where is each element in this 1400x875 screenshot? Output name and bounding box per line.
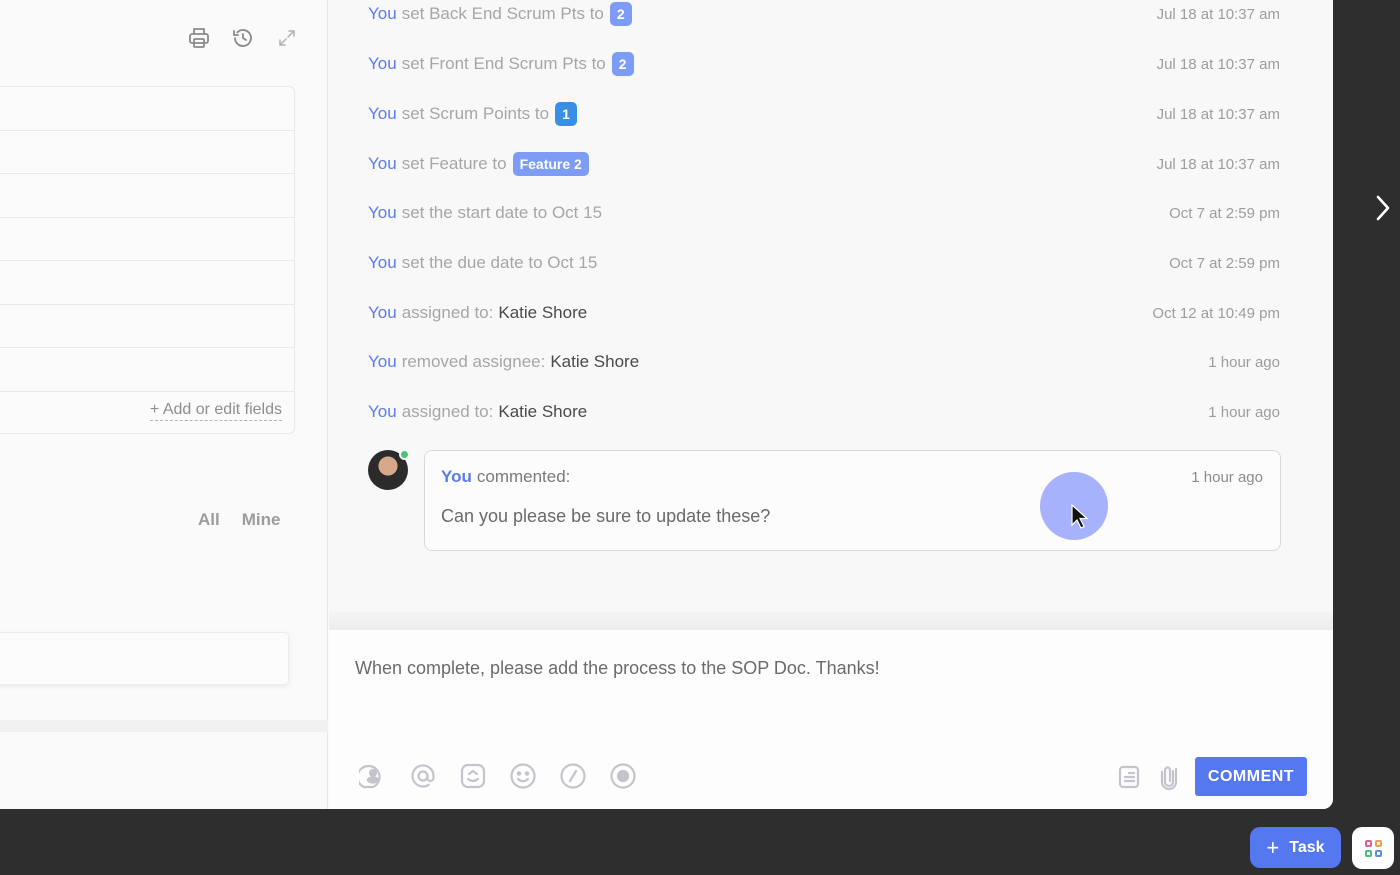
activity-timestamp: Oct 7 at 2:59 pm (1169, 254, 1280, 272)
comment-card: You commented: 1 hour ago Can you please … (424, 450, 1281, 551)
activity-item: You set Feature to Feature 2 Jul 18 at 10:… (368, 151, 1280, 177)
field-row[interactable] (0, 174, 294, 218)
panel-divider (0, 720, 328, 732)
activity-timestamp: Jul 18 at 10:37 am (1156, 5, 1280, 23)
composer-actions: COMMENT (1115, 757, 1307, 796)
activity-action: removed assignee: (401, 352, 546, 371)
activity-item: You assigned to: Katie Shore 1 hour ago (368, 399, 1280, 425)
chevron-right-icon[interactable] (1372, 193, 1394, 228)
value-badge: 2 (611, 52, 634, 76)
comment-verb: commented: (476, 467, 571, 486)
apps-dot (1364, 849, 1372, 857)
comment-timestamp: 1 hour ago (1191, 469, 1263, 486)
activity-timestamp: Oct 12 at 10:49 pm (1152, 304, 1280, 322)
activity-timestamp: Jul 18 at 10:37 am (1156, 105, 1280, 123)
record-icon[interactable] (609, 762, 637, 790)
activity-action: assigned to: (401, 303, 494, 322)
apps-dot (1374, 839, 1382, 847)
assignee-name[interactable]: Katie Shore (498, 303, 587, 323)
activity-action: assigned to: (401, 402, 494, 421)
comment-header: You commented: (441, 467, 570, 487)
field-row[interactable] (0, 131, 294, 174)
comment-input[interactable] (355, 658, 1255, 679)
doc-icon[interactable] (1115, 763, 1143, 791)
activity-item: You set Back End Scrum Pts to 2 Jul 18 at … (368, 1, 1280, 27)
assign-comment-icon[interactable] (359, 762, 387, 790)
activity-item: You set the start date to Oct 15 Oct 7 at… (368, 200, 1280, 226)
value-badge: 2 (609, 2, 632, 26)
activity-feed: You set Back End Scrum Pts to 2 Jul 18 at … (329, 0, 1333, 612)
attachment-icon[interactable] (1155, 763, 1183, 791)
composer-toolbar (359, 762, 637, 790)
assignee-name[interactable]: Katie Shore (498, 402, 587, 422)
activity-action: set Feature to (401, 154, 507, 173)
printer-icon[interactable] (186, 24, 212, 52)
history-icon[interactable] (230, 24, 256, 52)
value-badge: Feature 2 (512, 152, 589, 176)
apps-button[interactable] (1352, 827, 1394, 869)
field-row[interactable] (0, 348, 294, 392)
activity-timestamp: 1 hour ago (1208, 353, 1280, 371)
assignee-name[interactable]: Katie Shore (550, 352, 639, 372)
activity-actor[interactable]: You (368, 352, 397, 372)
activity-timestamp: Jul 18 at 10:37 am (1156, 155, 1280, 173)
field-row[interactable] (0, 261, 294, 305)
comment-composer: COMMENT (329, 630, 1333, 809)
activity-actor[interactable]: You (368, 303, 397, 323)
subtask-card[interactable] (0, 632, 289, 685)
field-row[interactable] (0, 87, 294, 131)
panel-toolbar (186, 24, 300, 52)
task-details-panel: + Add or edit fields All Mine (0, 0, 328, 809)
activity-actor[interactable]: You (368, 54, 397, 74)
comment-submit-button[interactable]: COMMENT (1195, 757, 1307, 796)
activity-actor[interactable]: You (368, 4, 397, 24)
avatar[interactable] (368, 449, 410, 490)
activity-action: set the due date to Oct 15 (401, 253, 598, 272)
online-status-dot (399, 449, 410, 460)
activity-action: set Scrum Points to (401, 104, 550, 123)
field-row[interactable] (0, 218, 294, 261)
new-task-button[interactable]: + Task (1250, 827, 1341, 868)
plus-icon: + (1266, 834, 1280, 860)
activity-actor[interactable]: You (368, 203, 397, 223)
field-row[interactable] (0, 305, 294, 348)
activity-actor[interactable]: You (368, 253, 397, 273)
activity-timestamp: Oct 7 at 2:59 pm (1169, 204, 1280, 222)
add-edit-fields-link[interactable]: + Add or edit fields (149, 401, 282, 421)
activity-timestamp: 1 hour ago (1208, 403, 1280, 421)
activity-actor[interactable]: You (368, 402, 397, 422)
mouse-cursor-icon (1071, 504, 1089, 529)
activity-item: You removed assignee: Katie Shore 1 hour a… (368, 349, 1280, 375)
filter-all-tab[interactable]: All (198, 510, 220, 530)
reaction-icon[interactable] (459, 762, 487, 790)
mention-icon[interactable] (409, 762, 437, 790)
activity-actor[interactable]: You (368, 154, 397, 174)
activity-timestamp: Jul 18 at 10:37 am (1156, 55, 1280, 73)
activity-action: set Front End Scrum Pts to (401, 54, 606, 73)
activity-actor[interactable]: You (368, 104, 397, 124)
expand-icon[interactable] (274, 24, 300, 52)
value-badge: 1 (555, 102, 577, 126)
composer-divider (329, 612, 1333, 630)
comment-text: Can you please be sure to update these? (441, 506, 771, 526)
activity-action: set the start date to Oct 15 (401, 203, 603, 222)
activity-item: You set the due date to Oct 15 Oct 7 at 2… (368, 250, 1280, 276)
apps-grid-icon (1364, 839, 1382, 857)
emoji-icon[interactable] (509, 762, 537, 790)
task-button-label: Task (1289, 838, 1325, 856)
activity-filter-tabs: All Mine (198, 510, 280, 530)
activity-item: You set Front End Scrum Pts to 2 Jul 18 at… (368, 51, 1280, 77)
apps-dot (1364, 839, 1372, 847)
activity-action: set Back End Scrum Pts to (401, 4, 604, 23)
filter-mine-tab[interactable]: Mine (242, 510, 281, 530)
slash-command-icon[interactable] (559, 762, 587, 790)
custom-fields-table: + Add or edit fields (0, 86, 295, 434)
comment-author[interactable]: You (441, 467, 472, 486)
activity-item: You assigned to: Katie Shore Oct 12 at 10:… (368, 300, 1280, 326)
apps-dot (1374, 849, 1382, 857)
activity-item: You set Scrum Points to 1 Jul 18 at 10:37 … (368, 101, 1280, 127)
task-modal: + Add or edit fields All Mine You set Bac… (0, 0, 1333, 809)
